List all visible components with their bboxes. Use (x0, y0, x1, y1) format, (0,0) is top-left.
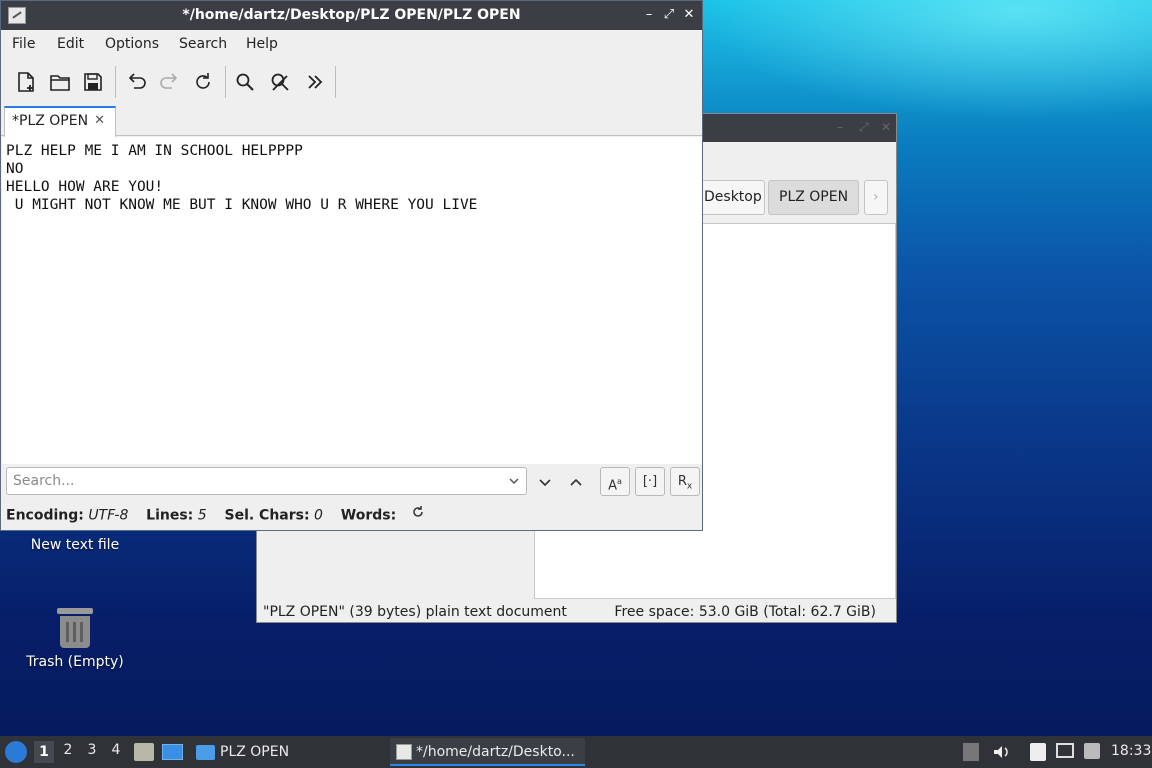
tab-bar: *PLZ OPEN ✕ (1, 105, 702, 137)
start-menu-icon[interactable] (5, 741, 27, 763)
search-bar: Aa [·] Rx (1, 466, 702, 498)
menu-file[interactable]: File (12, 36, 35, 52)
toolbar-separator (225, 66, 226, 98)
toolbar-separator (335, 66, 336, 98)
find-previous-icon[interactable] (567, 473, 585, 495)
menu-search[interactable]: Search (179, 36, 227, 52)
folder-icon (196, 745, 215, 760)
text-line: HELLO HOW ARE YOU! (6, 179, 164, 195)
menu-options[interactable]: Options (105, 36, 159, 52)
breadcrumb-plz-open[interactable]: PLZ OPEN (768, 180, 860, 215)
editor-titlebar[interactable]: */home/dartz/Desktop/PLZ OPEN/PLZ OPEN –… (1, 1, 702, 30)
workspace-1[interactable]: 1 (34, 741, 54, 763)
save-icon[interactable] (79, 68, 107, 96)
breadcrumb-next-arrow[interactable]: › (864, 180, 888, 215)
lines-value: 5 (197, 507, 207, 524)
encoding-label: Encoding: (6, 507, 84, 524)
window-title: */home/dartz/Desktop/PLZ OPEN/PLZ OPEN (182, 7, 521, 23)
editor-statusbar: Encoding: UTF-8 Lines: 5 Sel. Chars: 0 W… (1, 504, 702, 526)
tab-plz-open[interactable]: *PLZ OPEN ✕ (4, 106, 116, 137)
volume-icon[interactable] (992, 743, 1010, 765)
clipboard-icon[interactable] (1030, 743, 1046, 761)
refresh-word-count-icon[interactable] (410, 504, 426, 527)
desktop-icon-label: Trash (Empty) (26, 654, 124, 670)
whole-word-icon[interactable]: [·] (635, 467, 665, 496)
toolbar (1, 60, 702, 104)
chevron-down-icon[interactable] (507, 474, 521, 492)
desktop-icon-new-text-file[interactable]: New text file (15, 537, 135, 553)
status-free-space: Free space: 53.0 GiB (Total: 62.7 GiB) (614, 604, 876, 620)
close-icon[interactable]: ✕ (881, 120, 891, 134)
file-manager-launcher-icon[interactable] (134, 743, 154, 761)
replace-icon[interactable] (266, 68, 294, 96)
text-line: U MIGHT NOT KNOW ME BUT I KNOW WHO U R W… (6, 197, 478, 213)
text-editing-area[interactable]: PLZ HELP ME I AM IN SCHOOL HELPPPP NO HE… (2, 137, 702, 464)
maximize-icon[interactable]: ⤢ (859, 120, 869, 135)
desktop-icon-label: New text file (30, 537, 120, 553)
undo-icon[interactable] (122, 68, 150, 96)
more-icon[interactable] (301, 68, 329, 96)
editor-app-icon (396, 744, 412, 760)
reload-icon[interactable] (189, 68, 217, 96)
minimize-icon[interactable]: – (640, 6, 658, 24)
taskbar: 1 2 3 4 PLZ OPEN */home/dartz/Deskto... … (0, 736, 1152, 768)
taskbar-task-editor[interactable]: */home/dartz/Deskto... (390, 738, 585, 766)
text-editor-window[interactable]: */home/dartz/Desktop/PLZ OPEN/PLZ OPEN –… (0, 0, 703, 531)
close-icon[interactable]: ✕ (680, 6, 698, 24)
show-desktop-icon[interactable] (162, 744, 183, 760)
tab-label: *PLZ OPEN (12, 113, 89, 129)
taskbar-task-file-manager[interactable]: PLZ OPEN (194, 738, 289, 766)
menu-bar: File Edit Options Search Help (1, 30, 702, 60)
regex-icon[interactable]: Rx (670, 467, 700, 496)
encoding-value: UTF-8 (88, 507, 129, 524)
menu-edit[interactable]: Edit (57, 36, 84, 52)
task-label: */home/dartz/Deskto... (416, 744, 575, 760)
close-tab-icon[interactable]: ✕ (94, 108, 105, 134)
workspace-3[interactable]: 3 (82, 742, 102, 758)
task-label: PLZ OPEN (220, 744, 290, 760)
workspace-4[interactable]: 4 (106, 742, 126, 758)
maximize-icon[interactable]: ⤢ (660, 6, 678, 24)
breadcrumb: Desktop PLZ OPEN › (697, 180, 897, 216)
desktop-wallpaper-highlight (700, 0, 1152, 120)
file-manager-statusbar: "PLZ OPEN" (39 bytes) plain text documen… (257, 601, 896, 623)
sel-chars-label: Sel. Chars: (224, 507, 310, 524)
toolbar-separator (115, 66, 116, 98)
open-file-icon[interactable] (46, 68, 74, 96)
breadcrumb-desktop[interactable]: Desktop (697, 180, 765, 215)
tray-expand-icon[interactable] (963, 743, 979, 761)
match-case-icon[interactable]: Aa (600, 467, 630, 496)
workspace-2[interactable]: 2 (58, 742, 78, 758)
text-line: NO (6, 161, 24, 177)
clock[interactable]: 18:33 (1111, 743, 1151, 759)
redo-icon[interactable] (156, 68, 184, 96)
find-next-icon[interactable] (536, 473, 554, 495)
sel-chars-value: 0 (314, 507, 323, 524)
minimize-icon[interactable]: – (837, 120, 843, 134)
search-input[interactable] (6, 467, 527, 495)
network-icon[interactable] (1056, 743, 1074, 758)
words-label: Words: (340, 507, 397, 524)
text-line: PLZ HELP ME I AM IN SCHOOL HELPPPP (6, 143, 303, 159)
menu-help[interactable]: Help (246, 36, 278, 52)
status-selection: "PLZ OPEN" (39 bytes) plain text documen… (263, 604, 567, 620)
desktop-icon-trash[interactable]: Trash (Empty) (15, 608, 135, 670)
lines-label: Lines: (146, 507, 194, 524)
notifications-icon[interactable] (1084, 743, 1100, 759)
find-icon[interactable] (231, 68, 259, 96)
new-file-icon[interactable] (12, 68, 40, 96)
trash-icon (57, 608, 93, 648)
